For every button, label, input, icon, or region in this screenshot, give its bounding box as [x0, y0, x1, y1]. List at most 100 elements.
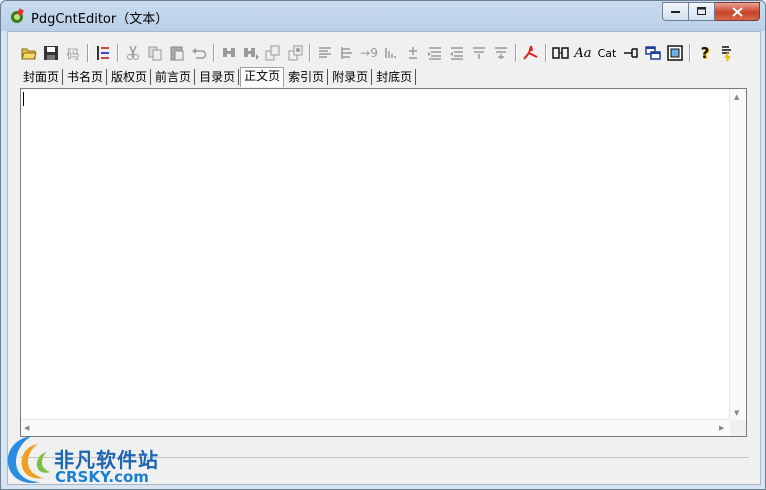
- minimize-icon: [670, 10, 680, 13]
- expand-button[interactable]: [490, 42, 512, 64]
- move-up-icon: [428, 47, 441, 60]
- minimize-button[interactable]: [662, 2, 689, 21]
- move-up-button[interactable]: [424, 42, 446, 64]
- pin-button[interactable]: [620, 42, 642, 64]
- tab-appendix[interactable]: 附录页: [329, 69, 373, 85]
- collapse-button[interactable]: [468, 42, 490, 64]
- align-left-icon: [319, 47, 331, 58]
- font-button[interactable]: Aa: [572, 42, 594, 64]
- help-button[interactable]: ?: [694, 42, 716, 64]
- toolbar-separator: [309, 44, 311, 62]
- client-area: 码 →9 Aa Cat ? 封面页 书名页 版权页 前言页 目录页 正文页 索引…: [7, 31, 761, 485]
- close-button[interactable]: [715, 2, 760, 21]
- paste-button[interactable]: [166, 42, 188, 64]
- window-icon: [645, 46, 661, 60]
- window-title: PdgCntEditor（文本）: [31, 12, 169, 27]
- find-next-button[interactable]: [240, 42, 262, 64]
- code-button[interactable]: 码: [62, 42, 84, 64]
- replace-button[interactable]: [262, 42, 284, 64]
- copy-button[interactable]: [144, 42, 166, 64]
- collapse-icon: [473, 47, 485, 59]
- outline-icon: [97, 46, 109, 60]
- scroll-down-arrow-icon[interactable]: ▼: [734, 409, 739, 417]
- watermark: 非凡软件站 CRSKY.com: [0, 428, 170, 490]
- tab-back-cover[interactable]: 封底页: [373, 69, 417, 85]
- cut-button[interactable]: [122, 42, 144, 64]
- toolbar-separator: [515, 44, 517, 62]
- pdf-icon: [523, 45, 538, 60]
- text-editor[interactable]: ▲ ▼ ◀ ▶: [20, 88, 747, 437]
- columns-button[interactable]: [550, 42, 572, 64]
- toolbar-separator: [545, 44, 547, 62]
- cat-icon: Cat: [597, 46, 617, 60]
- expand-icon: [495, 47, 507, 59]
- page-number-icon: →9: [360, 46, 378, 60]
- tab-book-name[interactable]: 书名页: [64, 69, 108, 85]
- align-left-button[interactable]: [314, 42, 336, 64]
- tab-body[interactable]: 正文页: [240, 67, 285, 87]
- toolbar-separator: [689, 44, 691, 62]
- tab-strip: 封面页 书名页 版权页 前言页 目录页 正文页 索引页 附录页 封底页: [20, 67, 417, 87]
- undo-icon: [192, 48, 207, 59]
- tab-copyright[interactable]: 版权页: [108, 69, 152, 85]
- scrollbar-corner: [730, 420, 746, 436]
- numbering-button[interactable]: [380, 42, 402, 64]
- find-icon: [223, 48, 235, 57]
- open-folder-icon: [21, 48, 37, 60]
- find-button[interactable]: [218, 42, 240, 64]
- plus-minus-button[interactable]: [402, 42, 424, 64]
- about-icon: [722, 46, 731, 61]
- app-logo-icon: [9, 8, 25, 24]
- plus-minus-icon: [409, 47, 417, 59]
- replace-icon: [265, 45, 280, 61]
- crsky-logo-icon: [7, 436, 50, 484]
- move-down-button[interactable]: [446, 42, 468, 64]
- tab-cover[interactable]: 封面页: [20, 69, 64, 85]
- app-window: PdgCntEditor（文本） 码 →9 Aa Cat ? 封面页 书名页 版…: [0, 0, 766, 490]
- replace-all-icon: [288, 45, 303, 61]
- page-number-button[interactable]: →9: [358, 42, 380, 64]
- toolbar-separator: [87, 44, 89, 62]
- watermark-en-text: CRSKY.com: [55, 468, 149, 486]
- caption-buttons: [662, 2, 760, 21]
- move-down-icon: [450, 47, 463, 60]
- font-icon: Aa: [574, 45, 592, 61]
- copy-icon: [148, 46, 162, 61]
- paste-icon: [170, 46, 184, 61]
- tab-index[interactable]: 索引页: [285, 69, 329, 85]
- text-caret: [23, 92, 24, 106]
- pdf-button[interactable]: [520, 42, 542, 64]
- toolbar: 码 →9 Aa Cat ?: [18, 41, 738, 65]
- maximize-button[interactable]: [689, 2, 715, 21]
- toolbar-separator: [213, 44, 215, 62]
- columns-icon: [552, 47, 569, 59]
- preview-button[interactable]: [664, 42, 686, 64]
- vertical-scrollbar[interactable]: ▲ ▼: [729, 89, 746, 420]
- outline-button[interactable]: [92, 42, 114, 64]
- about-button[interactable]: [716, 42, 738, 64]
- close-icon: [731, 6, 743, 17]
- pin-icon: [624, 48, 638, 58]
- maximize-icon: [696, 7, 706, 15]
- preview-icon: [667, 45, 683, 61]
- save-button[interactable]: [40, 42, 62, 64]
- save-icon: [44, 46, 58, 60]
- replace-all-button[interactable]: [284, 42, 306, 64]
- indent-button[interactable]: [336, 42, 358, 64]
- cat-button[interactable]: Cat: [594, 42, 620, 64]
- numbering-icon: [385, 48, 396, 58]
- tab-contents[interactable]: 目录页: [196, 69, 240, 85]
- window-button[interactable]: [642, 42, 664, 64]
- open-folder-button[interactable]: [18, 42, 40, 64]
- tab-preface[interactable]: 前言页: [152, 69, 196, 85]
- help-icon: ?: [700, 44, 710, 62]
- undo-button[interactable]: [188, 42, 210, 64]
- indent-icon: [341, 47, 352, 59]
- title-bar[interactable]: PdgCntEditor（文本）: [1, 1, 765, 31]
- cut-icon: [127, 45, 139, 60]
- code-icon: 码: [66, 47, 80, 63]
- scroll-right-arrow-icon[interactable]: ▶: [719, 424, 724, 432]
- scroll-up-arrow-icon[interactable]: ▲: [734, 93, 739, 101]
- find-next-icon: [244, 48, 259, 60]
- toolbar-separator: [117, 44, 119, 62]
